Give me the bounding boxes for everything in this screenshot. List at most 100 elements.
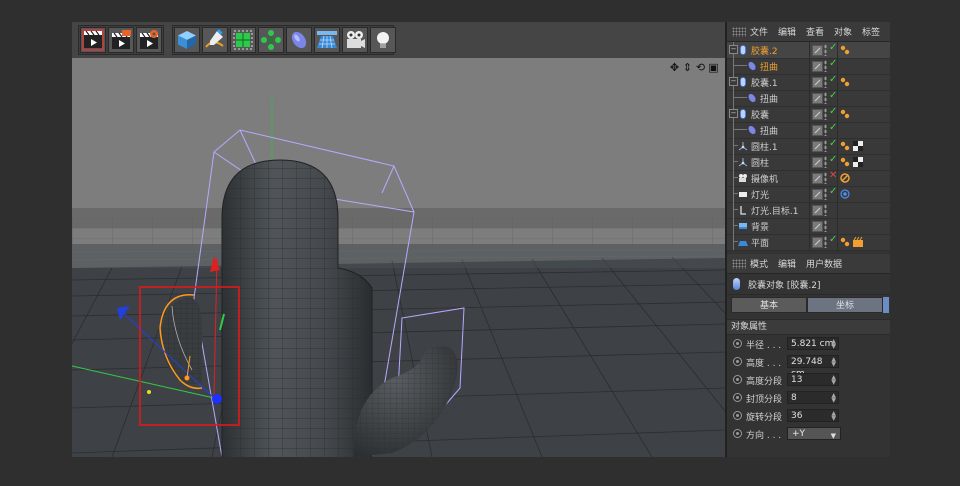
stepper-arrows-icon[interactable]: ▲ ▼ [831, 339, 836, 350]
object-list[interactable]: − 胶囊.2 ✓ 扭曲 ✓ − 胶囊.1 ✓ 扭曲 ✓ − 胶囊 ✓ 扭曲 ✓ 圆柱.1 ✓ 圆柱 ✓ 摄像机 ✕ 灯光 ✓… [727, 42, 890, 251]
collapse-toggle[interactable]: − [729, 77, 738, 86]
editor-render-visibility-dots[interactable] [824, 172, 827, 184]
deformer-tag-icon[interactable] [840, 77, 850, 87]
stepper-arrows-icon[interactable]: ▲ ▼ [831, 375, 836, 386]
deformer-tag-icon[interactable] [840, 45, 850, 55]
animate-radio[interactable] [733, 357, 742, 366]
object-row[interactable]: 圆柱.1 ✓ [727, 138, 890, 155]
render-view-button[interactable] [80, 27, 106, 53]
menu-edit[interactable]: 编辑 [778, 25, 796, 38]
gizmo-origin[interactable] [212, 394, 222, 404]
object-name-cell[interactable]: 圆柱.1 [727, 138, 809, 154]
param-value-field[interactable]: 5.821 cm ▲ ▼ [787, 337, 839, 350]
param-value-field[interactable]: 29.748 cm▲▼ [787, 355, 839, 379]
object-row[interactable]: 扭曲 ✓ [727, 90, 890, 107]
object-row[interactable]: 灯光.目标.1 [727, 202, 890, 219]
render-picture-viewer-button[interactable] [108, 27, 134, 53]
menu-edit[interactable]: 编辑 [778, 257, 796, 270]
param-value-field[interactable]: 36 ▲ ▼ [787, 409, 839, 422]
panel-grip-icon[interactable] [732, 258, 746, 269]
object-name-cell[interactable]: 背景 [727, 218, 809, 234]
layer-visibility-icon[interactable] [812, 221, 823, 232]
object-name-cell[interactable]: − 胶囊 [727, 106, 809, 122]
light-button[interactable] [370, 27, 396, 53]
panel-grip-icon[interactable] [732, 26, 746, 37]
camera-button[interactable] [342, 27, 368, 53]
deformer-button[interactable] [286, 27, 312, 53]
layer-visibility-icon[interactable] [812, 189, 823, 200]
material-tag-icon[interactable] [853, 236, 863, 247]
subdivision-button[interactable] [230, 27, 256, 53]
render-settings-button[interactable] [136, 27, 162, 53]
object-row[interactable]: 灯光 ✓ [727, 186, 890, 203]
object-name-cell[interactable]: 圆柱 [727, 154, 809, 170]
layer-visibility-icon[interactable] [812, 157, 823, 168]
floor-button[interactable] [314, 27, 340, 53]
menu-object[interactable]: 对象 [834, 25, 852, 38]
zoom-view-icon[interactable]: ⇕ [682, 61, 693, 74]
deformer-tag-icon[interactable] [840, 237, 850, 247]
editor-render-visibility-dots[interactable] [824, 76, 827, 88]
array-button[interactable] [258, 27, 284, 53]
layer-visibility-icon[interactable] [812, 205, 823, 216]
editor-render-visibility-dots[interactable] [824, 92, 827, 104]
object-name-cell[interactable]: 扭曲 [727, 122, 809, 138]
layer-visibility-icon[interactable] [812, 173, 823, 184]
editor-render-visibility-dots[interactable] [824, 236, 827, 248]
object-row[interactable]: 背景 [727, 218, 890, 235]
editor-render-visibility-dots[interactable] [824, 108, 827, 120]
direction-select[interactable]: +Y ▼ [787, 427, 841, 440]
param-value-field[interactable]: 13 ▲ ▼ [787, 373, 839, 386]
object-name-cell[interactable]: − 胶囊.2 [727, 42, 809, 58]
animate-radio[interactable] [733, 393, 742, 402]
collapse-toggle[interactable]: − [729, 45, 738, 54]
rotate-view-icon[interactable]: ⟲ [695, 61, 706, 74]
checker-tag-icon[interactable] [853, 141, 863, 151]
viewport-scene[interactable] [72, 58, 725, 457]
editor-render-visibility-dots[interactable] [824, 204, 827, 216]
editor-render-visibility-dots[interactable] [824, 44, 827, 56]
cube-button[interactable] [174, 27, 200, 53]
menu-file[interactable]: 文件 [750, 25, 768, 38]
editor-render-visibility-dots[interactable] [824, 156, 827, 168]
stepper-arrows-icon[interactable]: ▲ ▼ [831, 357, 836, 368]
object-row[interactable]: − 胶囊 ✓ [727, 106, 890, 123]
editor-render-visibility-dots[interactable] [824, 140, 827, 152]
stepper-arrows-icon[interactable]: ▲ ▼ [831, 411, 836, 422]
menu-view[interactable]: 查看 [806, 25, 824, 38]
param-value-field[interactable]: 8 ▲ ▼ [787, 391, 839, 404]
menu-tags[interactable]: 标签 [862, 25, 880, 38]
editor-render-visibility-dots[interactable] [824, 220, 827, 232]
editor-render-visibility-dots[interactable] [824, 60, 827, 72]
protection-tag-icon[interactable] [840, 173, 850, 183]
object-row[interactable]: 圆柱 ✓ [727, 154, 890, 171]
object-row[interactable]: − 胶囊.2 ✓ [727, 42, 890, 59]
toggle-view-icon[interactable]: ▣ [708, 61, 719, 74]
deformer-tag-icon[interactable] [840, 141, 850, 151]
move-view-icon[interactable]: ✥ [669, 61, 680, 74]
object-row[interactable]: 摄像机 ✕ [727, 170, 890, 187]
deformer-tag-icon[interactable] [840, 157, 850, 167]
layer-visibility-icon[interactable] [812, 45, 823, 56]
layer-visibility-icon[interactable] [812, 93, 823, 104]
object-row[interactable]: 平面 ✓ [727, 234, 890, 251]
object-name-cell[interactable]: 扭曲 [727, 58, 809, 74]
3d-viewport[interactable]: ✥ ⇕ ⟲ ▣ [72, 58, 725, 457]
editor-render-visibility-dots[interactable] [824, 188, 827, 200]
object-name-cell[interactable]: 灯光.目标.1 [727, 202, 809, 218]
animate-radio[interactable] [733, 339, 742, 348]
deformer-tag-icon[interactable] [840, 109, 850, 119]
tab-basic[interactable]: 基本 [731, 297, 807, 313]
tab-coord[interactable]: 坐标 [807, 297, 883, 313]
checker-tag-icon[interactable] [853, 157, 863, 167]
animate-radio[interactable] [733, 429, 742, 438]
target-tag-icon[interactable] [840, 189, 850, 199]
object-row[interactable]: − 胶囊.1 ✓ [727, 74, 890, 91]
object-name-cell[interactable]: 摄像机 [727, 170, 809, 186]
object-row[interactable]: 扭曲 ✓ [727, 122, 890, 139]
menu-user-data[interactable]: 用户数据 [806, 257, 842, 270]
animate-radio[interactable] [733, 375, 742, 384]
object-name-cell[interactable]: 平面 [727, 234, 809, 250]
object-name-cell[interactable]: 灯光 [727, 186, 809, 202]
object-name-cell[interactable]: − 胶囊.1 [727, 74, 809, 90]
